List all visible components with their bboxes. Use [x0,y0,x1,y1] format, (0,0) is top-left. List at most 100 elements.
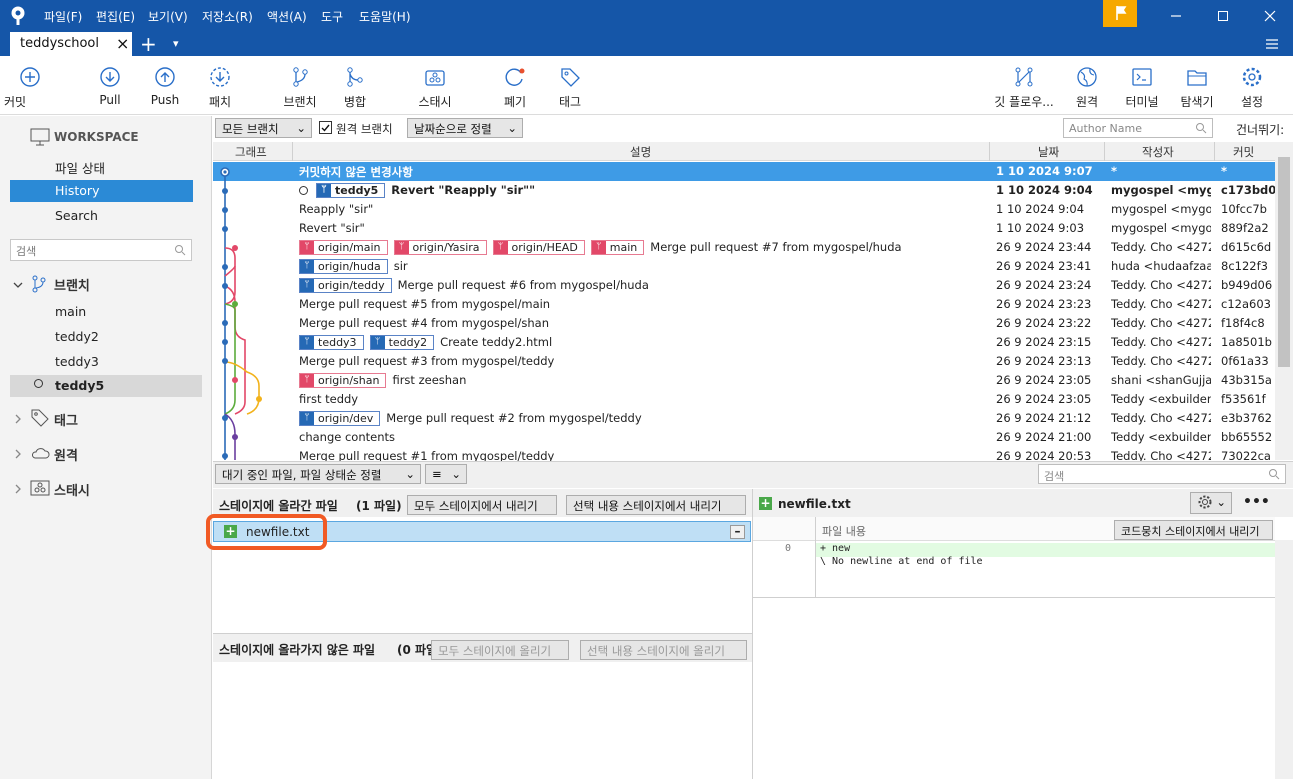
tab-close-button[interactable]: × [116,34,129,53]
ref-badge[interactable]: ᛘ teddy2 [369,335,435,350]
branch-icon: ᛘ [300,241,314,254]
flag-button[interactable] [1103,0,1137,27]
pending-sort-dropdown[interactable]: 대기 중인 파일, 파일 상태순 정렬 ⌄ [215,464,421,484]
settings-button[interactable]: 설정 [1222,56,1282,114]
sidebar-item-search[interactable]: Search [0,205,212,227]
terminal-button[interactable]: 터미널 [1112,56,1172,114]
pending-search-placeholder: 검색 [1044,470,1065,483]
diff-scrollbar[interactable] [1275,540,1293,779]
branch-item-teddy2[interactable]: teddy2 [0,326,212,348]
ref-badge[interactable]: ᛘ teddy3 [299,335,364,350]
history-scrollbar-thumb[interactable] [1278,157,1290,367]
column-date[interactable]: 날짜 [1038,144,1059,160]
menu-tools[interactable]: 도구 [321,8,343,25]
commit-row[interactable]: Merge pull request #5 from mygospel/main… [213,295,1275,314]
ref-badge[interactable]: ᛘ origin/main [299,240,388,255]
commit-row[interactable]: Merge pull request #4 from mygospel/shan… [213,314,1275,333]
discard-button[interactable]: 폐기 [485,56,545,114]
chevron-right-icon[interactable] [12,413,24,425]
branch-button[interactable]: 브랜치 [270,56,330,114]
commit-row[interactable]: ᛘ origin/dev Merge pull request #2 from my… [213,409,1275,428]
unstage-selected-button[interactable]: 선택 내용 스테이지에서 내리기 [566,495,746,515]
commit-row[interactable]: Reapply "sir" 1 10 2024 9:04 mygospel <myg… [213,200,1275,219]
commit-hash: * [1221,164,1228,178]
chevron-right-icon[interactable] [12,448,24,460]
menu-file[interactable]: 파일(F) [44,8,82,25]
menu-view[interactable]: 보기(V) [148,8,188,25]
fetch-button[interactable]: 패치 [190,56,250,114]
push-button[interactable]: Push [135,56,195,114]
toolbar: 커밋 Pull Push 패치 브랜치 병합 스태시 폐기 태그 깃 플로우..… [0,56,1293,115]
explorer-button[interactable]: 탐색기 [1167,56,1227,114]
ref-badge[interactable]: ᛘ origin/HEAD [492,240,585,255]
commit-row[interactable]: Merge pull request #3 from mygospel/tedd… [213,352,1275,371]
all-branches-dropdown[interactable]: 모든 브랜치 ⌄ [215,118,312,138]
ref-badge-label: origin/shan [318,374,380,387]
column-author[interactable]: 작성자 [1142,144,1174,160]
sidebar-item-history[interactable]: History [10,180,193,202]
commit-row[interactable]: ᛘ teddy5 Revert "Reapply "sir"" 1 10 2024 9… [213,181,1275,200]
commit-message: Revert "Reapply "sir"" [391,183,536,197]
ref-badge-label: teddy5 [335,184,379,197]
tag-button[interactable]: 태그 [540,56,600,114]
column-description[interactable]: 설명 [630,144,651,160]
tag-label: 태그 [558,95,582,109]
merge-button[interactable]: 병합 [325,56,385,114]
author-filter-input[interactable]: Author Name [1063,118,1213,138]
branch-item-teddy3[interactable]: teddy3 [0,351,212,373]
menu-actions[interactable]: 액션(A) [267,8,307,25]
close-window-icon[interactable] [1262,8,1278,24]
commit-row[interactable]: ᛘ teddy3 ᛘ teddy2 Create teddy2.html 26 9 202… [213,333,1275,352]
ref-badge[interactable]: ᛘ origin/dev [299,411,381,426]
menu-edit[interactable]: 편집(E) [96,8,135,25]
gitflow-button[interactable]: 깃 플로우... [988,56,1060,114]
branch-icon [293,67,308,87]
commit-row[interactable]: ᛘ origin/shan first zeeshan 26 9 2024 23:05… [213,371,1275,390]
chevron-right-icon[interactable] [12,483,24,495]
tab-dropdown-button[interactable]: ▾ [173,37,179,50]
commit-button[interactable]: 커밋 [0,56,60,114]
stage-all-button[interactable]: 모두 스테이지에 올리기 [431,640,569,660]
ref-badge[interactable]: ᛘ origin/huda [299,259,388,274]
commit-date: 26 9 2024 23:23 [996,297,1092,311]
more-options-button[interactable]: ••• [1243,494,1270,510]
unstage-hunk-button[interactable]: 코드뭉치 스테이지에서 내리기 [1114,520,1273,540]
commit-row[interactable]: ᛘ origin/main ᛘ origin/Yasira ᛘ origin/HEAD ᛘ m… [213,238,1275,257]
commit-row[interactable]: ᛘ origin/huda sir 26 9 2024 23:41 huda <huda… [213,257,1275,276]
ref-badge[interactable]: ᛘ teddy5 [316,183,386,198]
commit-row[interactable]: change contents 26 9 2024 21:00 Teddy <exb… [213,428,1275,447]
commit-row[interactable]: Revert "sir" 1 10 2024 9:03 mygospel <mygo… [213,219,1275,238]
sidebar-search-input[interactable]: 검색 [10,239,192,261]
unstage-file-button[interactable]: – [730,525,745,539]
menu-help[interactable]: 도움말(H) [359,8,411,25]
column-graph[interactable]: 그래프 [235,144,267,160]
ref-badge[interactable]: ᛘ main [590,240,645,255]
add-tab-button[interactable]: + [140,32,157,56]
remote-button[interactable]: 원격 [1057,56,1117,114]
sidebar-item-file-status[interactable]: 파일 상태 [0,155,212,177]
chevron-down-icon[interactable] [12,279,24,291]
minimize-icon[interactable] [1168,8,1184,24]
ref-badge[interactable]: ᛘ origin/teddy [299,278,392,293]
branch-item-main[interactable]: main [0,301,212,323]
menu-repository[interactable]: 저장소(R) [202,8,253,25]
hamburger-menu-icon[interactable] [1264,36,1280,52]
commit-row[interactable]: ᛘ origin/teddy Merge pull request #6 from … [213,276,1275,295]
tab-repository[interactable]: teddyschool × [10,32,132,56]
ref-badge[interactable]: ᛘ origin/shan [299,373,387,388]
diff-settings-dropdown[interactable]: ⌄ [1190,492,1232,514]
pull-button[interactable]: Pull [80,56,140,114]
stash-button[interactable]: 스태시 [405,56,465,114]
column-commit[interactable]: 커밋 [1233,144,1254,160]
sort-dropdown[interactable]: 날짜순으로 정렬 ⌄ [407,118,523,138]
maximize-icon[interactable] [1215,8,1231,24]
pending-search-input[interactable]: 검색 [1038,464,1286,484]
stage-selected-button[interactable]: 선택 내용 스테이지에 올리기 [580,640,747,660]
commit-row[interactable]: first teddy 26 9 2024 23:05 Teddy <exbuild… [213,390,1275,409]
commit-row[interactable]: 커밋하지 않은 변경사항 1 10 2024 9:07 * * [213,162,1275,181]
list-view-dropdown[interactable]: ≡ ⌄ [425,464,467,484]
ref-badge[interactable]: ᛘ origin/Yasira [393,240,487,255]
unstage-all-button[interactable]: 모두 스테이지에서 내리기 [407,495,557,515]
remote-branches-checkbox[interactable] [319,121,332,134]
branch-item-teddy5[interactable]: teddy5 [10,375,202,397]
